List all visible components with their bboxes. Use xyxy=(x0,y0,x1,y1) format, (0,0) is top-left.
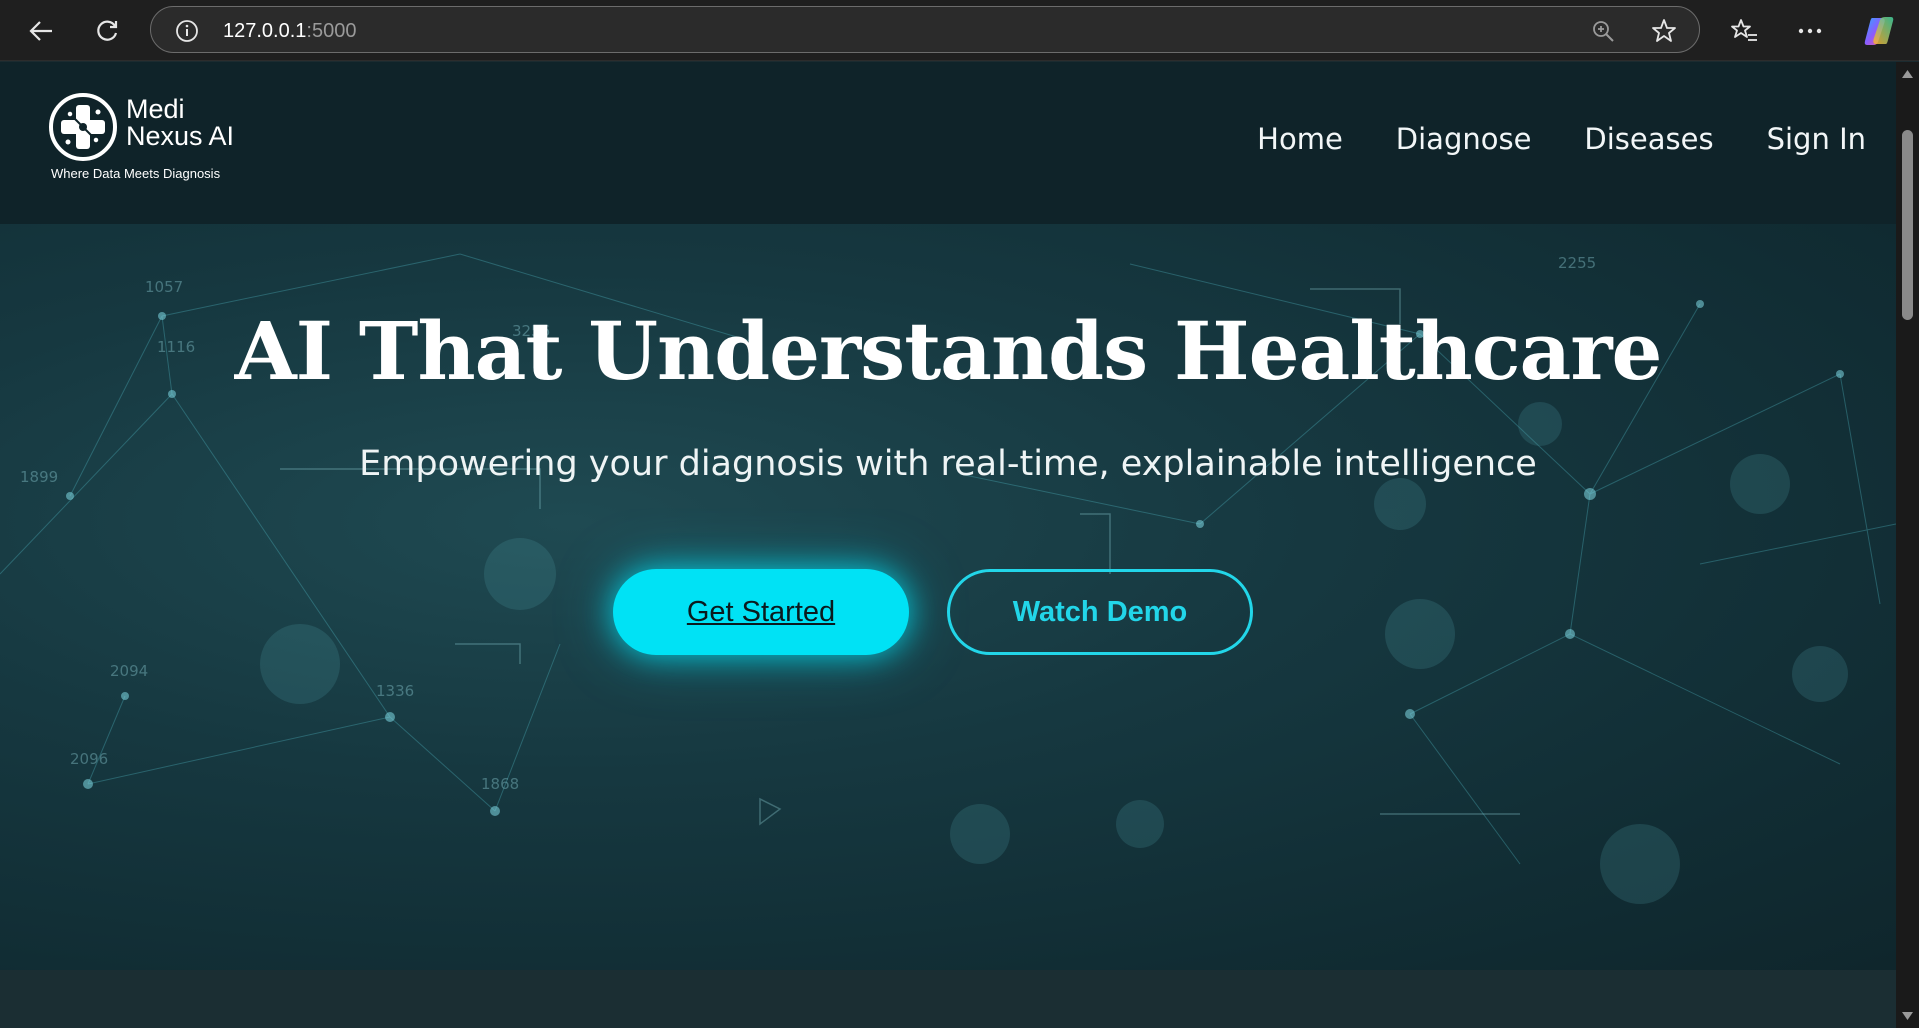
get-started-button[interactable]: Get Started xyxy=(613,569,909,655)
logo-tagline: Where Data Meets Diagnosis xyxy=(51,166,221,181)
nav-link-diseases[interactable]: Diseases xyxy=(1584,122,1713,156)
hero-subtitle: Empowering your diagnosis with real-time… xyxy=(359,444,1537,484)
site-navbar: Medi Nexus AI Where Data Meets Diagnosis… xyxy=(0,62,1896,224)
address-bar[interactable]: 127.0.0.1:5000 xyxy=(150,6,1700,53)
browser-toolbar: 127.0.0.1:5000 xyxy=(0,0,1919,61)
back-arrow-icon[interactable] xyxy=(22,12,60,50)
nav-link-home[interactable]: Home xyxy=(1257,122,1343,156)
page-viewport: Medi Nexus AI Where Data Meets Diagnosis… xyxy=(0,62,1896,1028)
scrollbar-thumb[interactable] xyxy=(1902,130,1913,320)
url-text[interactable]: 127.0.0.1:5000 xyxy=(223,20,356,43)
url-port: :5000 xyxy=(306,20,357,42)
main-nav: Home Diagnose Diseases Sign In xyxy=(1257,122,1866,156)
nav-link-sign-in[interactable]: Sign In xyxy=(1767,122,1866,156)
url-host: 127.0.0.1 xyxy=(223,20,307,42)
copilot-icon[interactable] xyxy=(1860,12,1898,50)
bg-number: 1057 xyxy=(145,278,183,296)
bg-number: 2096 xyxy=(70,750,108,768)
favorites-list-icon[interactable] xyxy=(1725,12,1763,50)
bg-number: 2255 xyxy=(1558,254,1596,272)
refresh-icon[interactable] xyxy=(88,12,126,50)
hero-title: AI That Understands Healthcare xyxy=(234,304,1663,398)
bg-number: 2094 xyxy=(110,662,148,680)
logo-text: Medi Nexus AI xyxy=(126,96,234,150)
site-logo[interactable]: Medi Nexus AI xyxy=(48,92,268,202)
scroll-up-icon[interactable] xyxy=(1902,68,1913,79)
bg-number: 1336 xyxy=(376,682,414,700)
bg-number: 1868 xyxy=(481,775,519,793)
logo-line-2: Nexus AI xyxy=(126,121,235,151)
nav-link-diagnose[interactable]: Diagnose xyxy=(1396,122,1532,156)
zoom-icon[interactable] xyxy=(1587,15,1619,47)
medical-cross-logo-icon xyxy=(49,93,117,161)
scroll-down-icon[interactable] xyxy=(1902,1010,1913,1021)
logo-line-1: Medi xyxy=(126,94,185,124)
favorite-star-icon[interactable] xyxy=(1648,15,1680,47)
site-info-icon[interactable] xyxy=(171,15,203,47)
more-options-icon[interactable] xyxy=(1791,12,1829,50)
page-scrollbar[interactable] xyxy=(1896,62,1919,1028)
next-section xyxy=(0,970,1896,1028)
hero-section: 1057 1116 1899 3256 2255 1336 2096 1868 … xyxy=(0,224,1896,970)
watch-demo-button[interactable]: Watch Demo xyxy=(947,569,1253,655)
